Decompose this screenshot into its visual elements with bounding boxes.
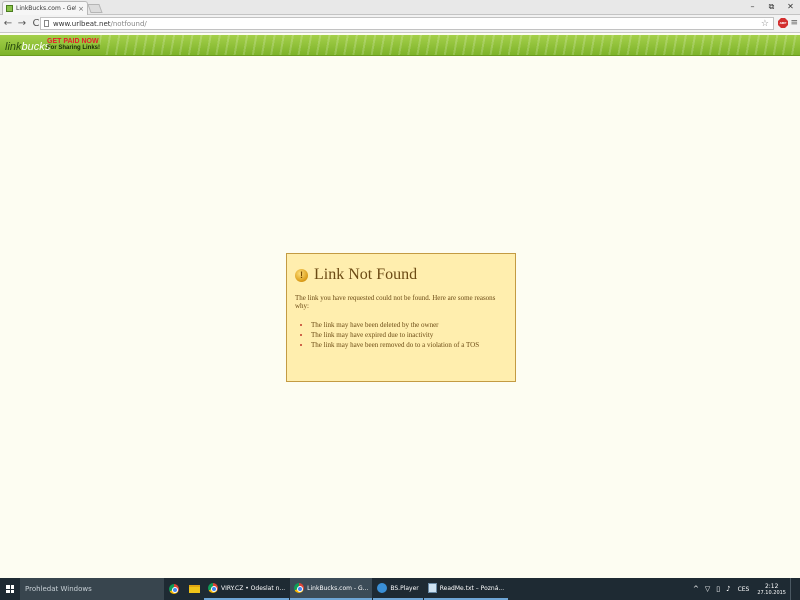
- linkbucks-banner: link bucks GET PAID NOW For Sharing Links…: [0, 35, 800, 56]
- clock-time: 2:12: [764, 582, 779, 590]
- volume-icon[interactable]: ♪: [726, 585, 730, 593]
- task-label: VIRY.CZ • Odeslat n...: [221, 584, 286, 592]
- banner-pattern: [100, 35, 800, 55]
- tab-strip: LinkBucks.com - Get your × – ⧉ ✕: [0, 0, 800, 15]
- reason-item: The link may have been deleted by the ow…: [311, 320, 507, 330]
- page-icon: [44, 20, 49, 27]
- task-label: ReadMe.txt – Pozná...: [439, 584, 505, 592]
- new-tab-button[interactable]: [87, 4, 103, 13]
- linkbucks-slogan[interactable]: GET PAID NOW For Sharing Links!: [47, 38, 100, 52]
- system-tray: ^ ▽ ▯ ♪ CES 2:12 27.10.2015: [690, 578, 800, 600]
- linkbucks-favicon-icon: [6, 5, 13, 12]
- reasons-list: The link may have been deleted by the ow…: [311, 320, 507, 350]
- tab-title: LinkBucks.com - Get your: [16, 5, 76, 12]
- adblock-plus-icon[interactable]: ABP: [778, 18, 788, 28]
- reason-item: The link may have been removed do to a v…: [311, 340, 507, 350]
- taskbar-task-viry[interactable]: VIRY.CZ • Odeslat n...: [204, 578, 290, 600]
- bsplayer-icon: [377, 583, 388, 593]
- taskbar-search-box[interactable]: Prohledat Windows: [20, 578, 164, 600]
- error-title: Link Not Found: [314, 266, 418, 283]
- network-icon[interactable]: ▽: [705, 585, 710, 593]
- window-controls: – ⧉ ✕: [743, 0, 800, 14]
- search-placeholder: Prohledat Windows: [25, 585, 92, 593]
- slogan-line-1: GET PAID NOW: [47, 38, 99, 45]
- tray-chevron-icon[interactable]: ^: [693, 585, 699, 593]
- slogan-line-2: For Sharing Links!: [47, 45, 101, 51]
- taskbar-task-linkbucks[interactable]: LinkBucks.com - G...: [290, 578, 373, 600]
- error-header: ! Link Not Found: [295, 266, 507, 284]
- url-path: /notfound/: [110, 19, 147, 28]
- linkbucks-logo[interactable]: link bucks: [5, 38, 50, 53]
- logo-link-text: link: [5, 41, 22, 53]
- start-button[interactable]: [0, 578, 20, 600]
- warning-icon: !: [295, 268, 308, 282]
- tab-close-icon[interactable]: ×: [78, 5, 84, 13]
- task-label: BS.Player: [390, 584, 419, 592]
- link-not-found-box: ! Link Not Found The link you have reque…: [286, 253, 516, 382]
- address-bar[interactable]: www.urlbeat.net/notfound/ ☆: [40, 17, 774, 30]
- bookmark-star-icon[interactable]: ☆: [761, 19, 769, 29]
- chrome-menu-icon[interactable]: ≡: [790, 18, 798, 28]
- browser-toolbar: ← → C www.urlbeat.net/notfound/ ☆ ABP ≡: [0, 15, 800, 33]
- pinned-chrome[interactable]: [164, 578, 184, 600]
- url-text[interactable]: www.urlbeat.net/notfound/: [53, 20, 761, 28]
- reason-item: The link may have expired due to inactiv…: [311, 330, 507, 340]
- task-label: LinkBucks.com - G...: [307, 584, 369, 592]
- logo-bucks-text: bucks: [21, 41, 51, 53]
- input-language[interactable]: CES: [738, 586, 750, 593]
- close-window-button[interactable]: ✕: [781, 0, 800, 14]
- taskbar-task-bsplayer[interactable]: BS.Player: [373, 578, 423, 600]
- chrome-icon: [294, 583, 305, 593]
- restore-button[interactable]: ⧉: [762, 0, 781, 14]
- battery-icon[interactable]: ▯: [716, 585, 720, 593]
- url-host: www.urlbeat.net: [53, 19, 111, 28]
- minimize-button[interactable]: –: [743, 0, 762, 14]
- forward-button[interactable]: →: [16, 17, 28, 31]
- browser-tab[interactable]: LinkBucks.com - Get your ×: [2, 1, 88, 15]
- notepad-icon: [427, 583, 437, 593]
- pinned-file-explorer[interactable]: [184, 578, 204, 600]
- taskbar-task-readme[interactable]: ReadMe.txt – Pozná...: [423, 578, 509, 600]
- taskbar-clock[interactable]: 2:12 27.10.2015: [757, 583, 786, 596]
- chrome-icon: [169, 584, 179, 594]
- clock-date: 27.10.2015: [757, 589, 786, 596]
- windows-logo-icon: [6, 585, 14, 593]
- windows-taskbar: Prohledat Windows VIRY.CZ • Odeslat n...…: [0, 578, 800, 600]
- chrome-icon: [208, 583, 218, 593]
- error-intro: The link you have requested could not be…: [295, 294, 496, 310]
- folder-icon: [188, 585, 200, 593]
- back-button[interactable]: ←: [2, 17, 14, 31]
- show-desktop-button[interactable]: [790, 578, 800, 600]
